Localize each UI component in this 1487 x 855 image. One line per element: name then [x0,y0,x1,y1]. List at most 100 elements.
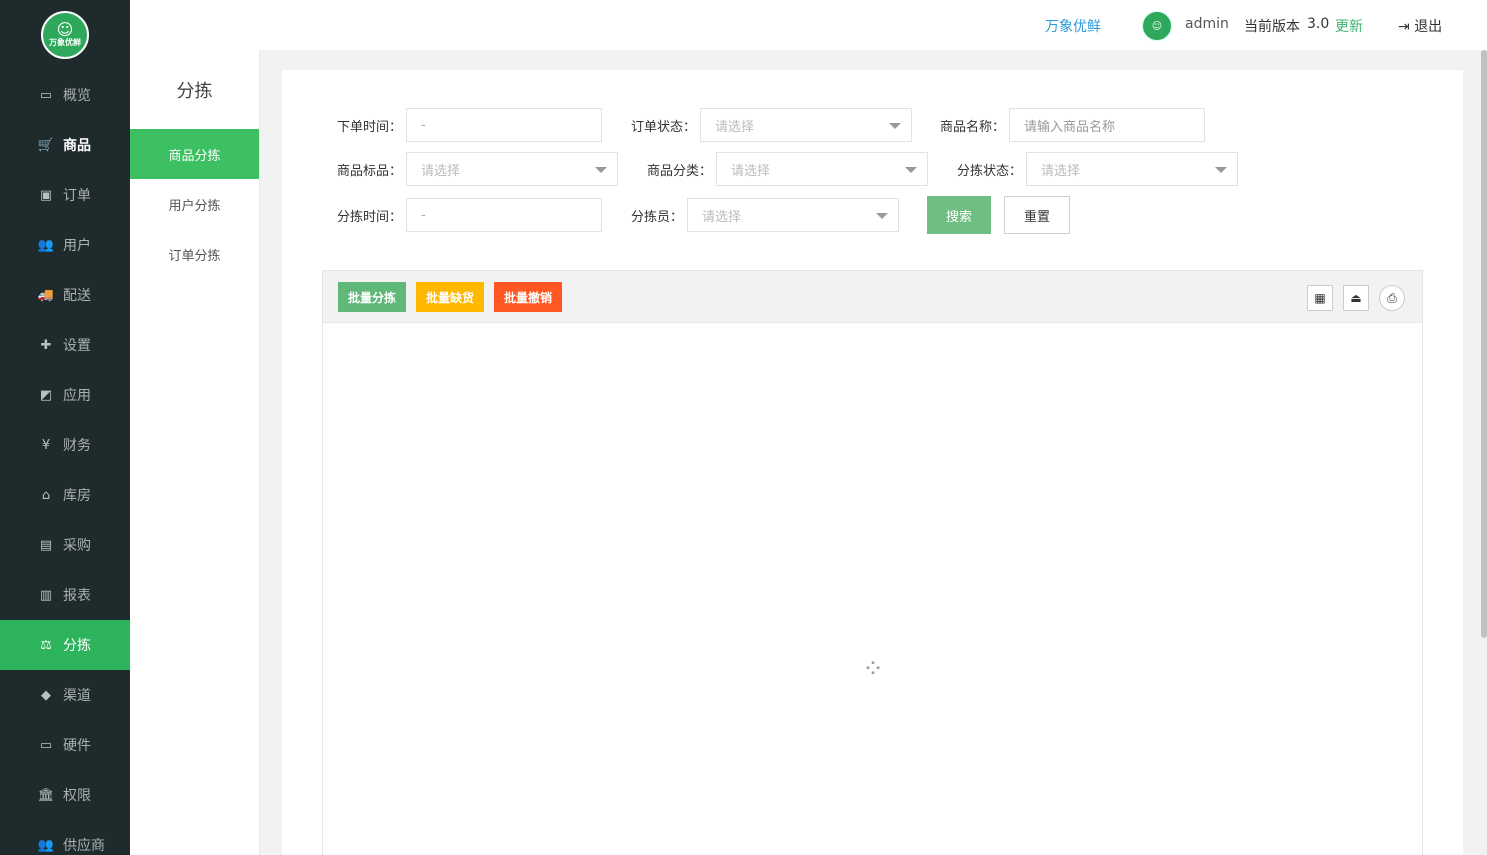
subnav-title: 分拣 [176,80,213,102]
reset-button[interactable]: 重置 [1004,196,1070,234]
username[interactable]: admin [1185,16,1229,32]
sorter-select[interactable]: 请选择 [687,198,900,232]
sidebar-item-warehouse[interactable]: ⌂ 库房 [0,470,130,520]
filter-label: 商品名称： [940,119,1006,135]
chevron-down-icon [905,167,918,173]
batch-cancel-button[interactable]: 批量撤销 [494,282,562,312]
desktop-icon: ▭ [39,737,53,753]
version-number: 3.0 [1307,16,1330,32]
filter-label: 商品标品： [337,163,403,179]
sort-status-select[interactable]: 请选择 [1026,152,1239,186]
sidebar-item-apps[interactable]: ◩ 应用 [0,370,130,420]
yen-icon: ¥ [41,437,51,453]
sorter-placeholder: 请选择 [702,209,742,225]
product-category-select[interactable]: 请选择 [716,152,929,186]
chevron-down-icon [889,123,902,129]
sidebar-item-label: 硬件 [63,738,91,754]
filter-sorter: 分拣员： 请选择 [631,198,900,232]
page-scrollbar-thumb[interactable] [1481,50,1487,638]
avatar-icon: ☺ [1151,20,1163,32]
filter-order-time: 下单时间： - [337,108,603,142]
home-icon: ⌂ [41,487,51,503]
sidebar-item-label: 报表 [63,588,91,604]
sort-status-placeholder: 请选择 [1041,163,1081,179]
avatar[interactable]: ☺ [1142,11,1172,41]
sidebar-item-delivery[interactable]: 🚚 配送 [0,270,130,320]
scale-icon: ⚖ [40,637,52,653]
data-table: 批量分拣 批量缺货 批量撤销 ▦ ⏏ ⎙ ⁘ [322,270,1423,855]
filter-sort-time: 分拣时间： - [337,198,603,232]
sidebar-item-label: 财务 [63,438,91,454]
product-category-placeholder: 请选择 [731,163,771,179]
logo-icon: ☺ [56,20,74,39]
filter-product-tag: 商品标品： 请选择 [337,152,619,186]
product-tag-select[interactable]: 请选择 [406,152,619,186]
sidebar-item-users[interactable]: 👥 用户 [0,220,130,270]
sidebar-item-label: 配送 [63,288,91,304]
sidebar-item-settings[interactable]: ✚ 设置 [0,320,130,370]
main-panel: 下单时间： - 订单状态： 请选择 商品名称： 请输入商品名称 商品标品： 请选… [282,70,1463,855]
search-button[interactable]: 搜索 [927,196,991,234]
sidebar-item-reports[interactable]: ▥ 报表 [0,570,130,620]
subnav-item-user-sorting[interactable]: 用户分拣 [130,179,259,229]
filter-label: 下单时间： [337,119,403,135]
shop-name-link[interactable]: 万象优鲜 [1045,16,1101,36]
logo[interactable]: ☺ 万象优鲜 [0,0,130,70]
filter-sort-status: 分拣状态： 请选择 [957,152,1239,186]
sidebar-item-overview[interactable]: ▭ 概览 [0,70,130,120]
chevron-down-icon [1215,167,1228,173]
sort-time-input[interactable]: - [406,198,603,232]
sidebar-item-label: 商品 [63,138,91,154]
table-toolbar: 批量分拣 批量缺货 批量撤销 ▦ ⏏ ⎙ [323,271,1422,323]
money-icon: ▣ [39,187,53,203]
puzzle-icon: ✚ [40,337,52,353]
sidebar-item-label: 应用 [63,388,91,404]
order-time-input[interactable]: - [406,108,603,142]
version-label: 当前版本 [1244,19,1300,35]
batch-shortage-button[interactable]: 批量缺货 [416,282,484,312]
sidebar-item-label: 设置 [63,338,91,354]
sidebar-item-orders[interactable]: ▣ 订单 [0,170,130,220]
users-icon: 👥 [37,237,55,253]
subnav-item-product-sorting[interactable]: 商品分拣 [130,129,259,179]
filter-product-name: 商品名称： 请输入商品名称 [940,108,1206,142]
order-status-placeholder: 请选择 [715,119,755,135]
monitor-icon: ▭ [39,87,53,103]
filter-label: 分拣状态： [957,163,1023,179]
columns-icon[interactable]: ▦ [1307,285,1333,311]
order-time-value: - [421,117,426,133]
sidebar-item-suppliers[interactable]: 👥 供应商 [0,820,130,855]
sidebar-item-label: 分拣 [63,638,91,654]
sidebar-item-products[interactable]: 🛒 商品 [0,120,130,170]
sidebar-item-label: 渠道 [63,688,91,704]
sidebar-item-hardware[interactable]: ▭ 硬件 [0,720,130,770]
filter-label: 分拣员： [631,209,684,225]
sidebar-item-label: 采购 [63,538,91,554]
export-icon[interactable]: ⏏ [1343,285,1369,311]
print-icon[interactable]: ⎙ [1379,285,1405,311]
subnav-item-order-sorting[interactable]: 订单分拣 [130,229,259,279]
sidebar-item-label: 用户 [63,238,91,254]
filter-product-category: 商品分类： 请选择 [647,152,929,186]
sidebar-item-label: 供应商 [63,838,105,854]
order-status-select[interactable]: 请选择 [700,108,913,142]
cart-icon: 🛒 [37,137,55,153]
chevron-down-icon [876,213,889,219]
sidebar-item-sorting[interactable]: ⚖ 分拣 [0,620,130,670]
product-name-input[interactable]: 请输入商品名称 [1009,108,1206,142]
batch-sort-button[interactable]: 批量分拣 [338,282,406,312]
apps-icon: ◩ [39,387,53,403]
main-sidebar: ☺ 万象优鲜 ▭ 概览 🛒 商品 ▣ 订单 👥 用户 🚚 配送 ✚ 设置 ◩ 应用 ¥ 财务 ⌂… [0,0,130,855]
sidebar-item-channels[interactable]: ◆ 渠道 [0,670,130,720]
sidebar-item-purchase[interactable]: ▤ 采购 [0,520,130,570]
users-icon: 👥 [37,837,55,853]
sidebar-item-label: 订单 [63,188,91,204]
chevron-down-icon [595,167,608,173]
sidebar-item-finance[interactable]: ¥ 财务 [0,420,130,470]
filter-label: 订单状态： [631,119,697,135]
logout-button[interactable]: ⇥ 退出 [1398,16,1442,36]
update-link[interactable]: 更新 [1335,16,1363,36]
sidebar-item-label: 库房 [63,488,91,504]
sidebar-item-permissions[interactable]: 🏛 权限 [0,770,130,820]
top-bar: 万象优鲜 ☺ admin 当前版本 3.0 更新 ⇥ 退出 [130,0,1487,50]
